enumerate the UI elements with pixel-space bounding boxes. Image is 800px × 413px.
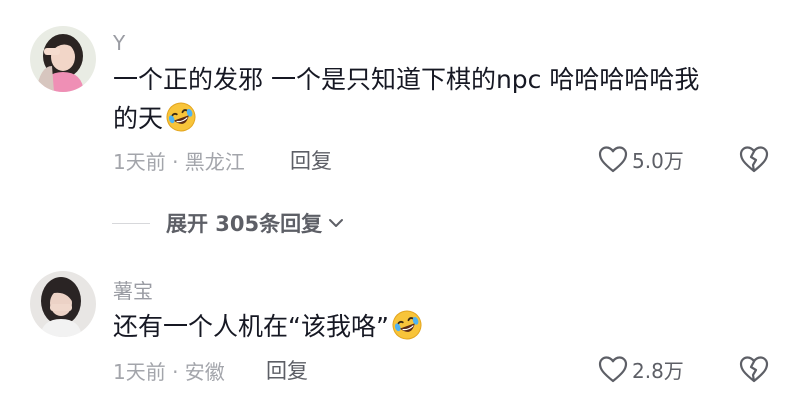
divider-line [112, 222, 150, 224]
timestamp-location: 1天前 · 安徽 [113, 360, 225, 384]
chevron-down-icon [327, 214, 345, 232]
broken-heart-icon [739, 146, 769, 173]
comment-text-continued: 的天 [113, 101, 773, 136]
like-button[interactable]: 2.8万 [597, 354, 684, 384]
broken-heart-icon [739, 356, 769, 383]
comment-text-line-1: 一个正的发邪 一个是只知道下棋的npc 哈哈哈哈哈我 [113, 65, 700, 94]
dislike-button[interactable] [738, 143, 770, 175]
heart-icon [597, 144, 629, 174]
username[interactable]: Y [113, 31, 125, 55]
reply-button[interactable]: 回复 [290, 145, 332, 175]
reply-button[interactable]: 回复 [266, 355, 308, 385]
avatar-image [30, 271, 96, 337]
comment-section: Y 一个正的发邪 一个是只知道下棋的npc 哈哈哈哈哈我 的天 1天前 · 黑龙… [0, 0, 800, 413]
avatar[interactable] [30, 26, 96, 92]
like-count: 2.8万 [632, 358, 684, 383]
avatar[interactable] [30, 271, 96, 337]
expand-replies-button[interactable]: 展开 305条回复 [112, 206, 345, 240]
comment-text-line-1: 还有一个人机在“该我咯” [113, 312, 389, 341]
comment-text-line-2: 的天 [113, 104, 164, 133]
timestamp-location: 1天前 · 黑龙江 [113, 150, 245, 174]
like-count: 5.0万 [632, 148, 684, 173]
like-button[interactable]: 5.0万 [597, 144, 684, 174]
username[interactable]: 薯宝 [113, 275, 153, 304]
comment-text: 还有一个人机在“该我咯” [113, 309, 773, 344]
rofl-emoji-icon [165, 101, 197, 133]
comment-text: 一个正的发邪 一个是只知道下棋的npc 哈哈哈哈哈我 [113, 63, 773, 97]
dislike-button[interactable] [738, 353, 770, 385]
rofl-emoji-icon [391, 309, 423, 341]
heart-icon [597, 354, 629, 384]
avatar-image [30, 26, 96, 92]
expand-replies-label: 展开 305条回复 [166, 212, 323, 236]
